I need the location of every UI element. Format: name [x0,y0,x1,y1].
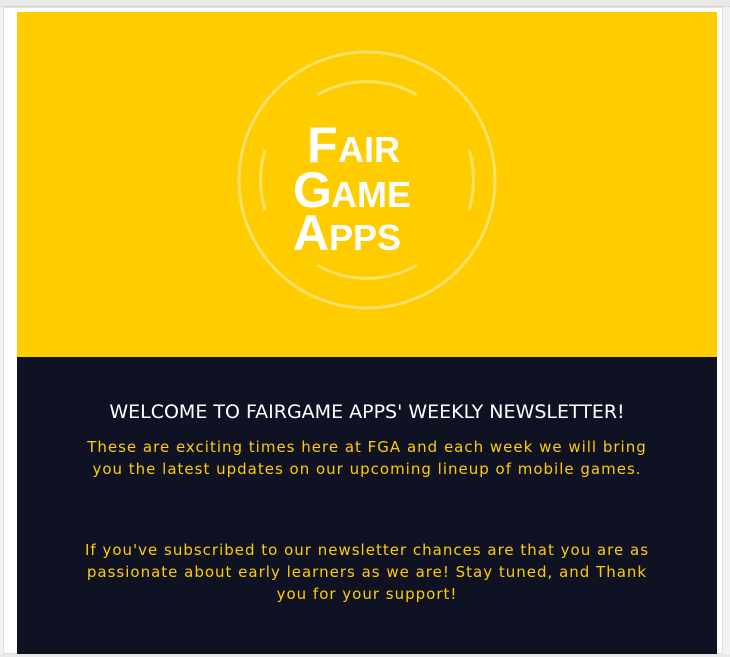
intro-paragraph: These are exciting times here at FGA and… [87,438,647,478]
logo-letter-a: A [293,205,329,261]
fairgame-apps-logo: F AIR G AME A PPS [237,50,497,310]
page: F AIR G AME A PPS WELCOME TO FAIRGAME AP… [0,0,730,657]
newsletter-headline: WELCOME TO FAIRGAME APPS' WEEKLY NEWSLET… [109,401,625,423]
top-divider [0,0,730,7]
header-banner: F AIR G AME A PPS [17,12,717,357]
logo-text-ame: AME [331,174,411,215]
logo-text-air: AIR [338,129,400,170]
newsletter-body: WELCOME TO FAIRGAME APPS' WEEKLY NEWSLET… [17,357,717,655]
thanks-paragraph: If you've subscribed to our newsletter c… [84,541,650,603]
newsletter-frame: F AIR G AME A PPS WELCOME TO FAIRGAME AP… [3,7,723,655]
logo-text-pps: PPS [329,217,401,258]
